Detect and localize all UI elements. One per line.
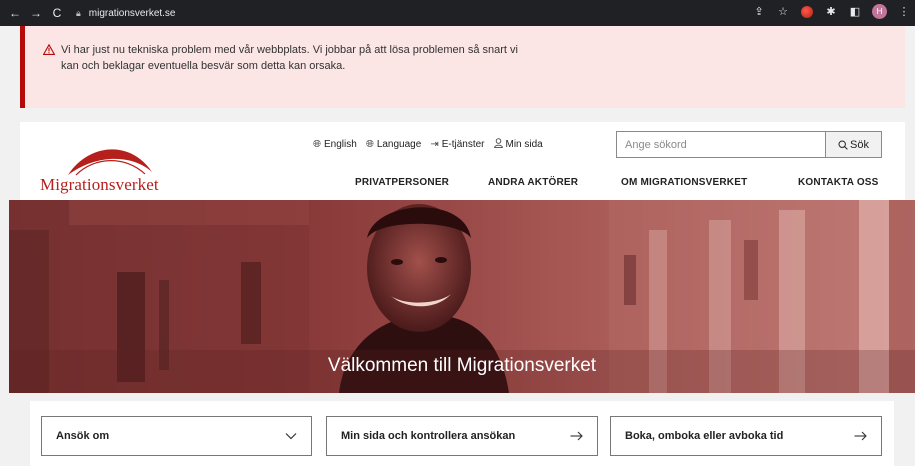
arrow-right-icon (854, 431, 867, 441)
back-icon[interactable]: ← (6, 4, 24, 22)
logo-text: Migrationsverket (40, 175, 159, 194)
my-page-link-label: Min sida (505, 139, 543, 150)
profile-avatar[interactable]: H (872, 4, 887, 19)
logo-arc-icon (68, 149, 152, 176)
nav-item-privatpersoner[interactable]: PRIVATPERSONER (355, 177, 488, 188)
nav-item-om-migrationsverket[interactable]: OM MIGRATIONSVERKET (621, 177, 798, 188)
browser-menu-icon[interactable]: ⋮ (897, 5, 911, 19)
search-input[interactable] (617, 132, 825, 157)
utility-links: 🌐︎ English 🌐︎ Language ⇥ E-tjänster Min … (313, 138, 543, 151)
login-icon: ⇥ (430, 139, 439, 150)
warning-icon (43, 44, 55, 55)
apply-for-dropdown[interactable]: Ansök om (41, 416, 312, 456)
side-panel-icon[interactable]: ◧ (848, 5, 862, 19)
my-page-check-application-link[interactable]: Min sida och kontrollera ansökan (326, 416, 598, 456)
my-page-link[interactable]: Min sida (493, 138, 543, 151)
forward-icon[interactable]: → (27, 4, 45, 22)
language-link[interactable]: 🌐︎ Language (366, 138, 422, 151)
logo[interactable]: Migrationsverket (40, 134, 170, 194)
reload-icon[interactable]: C (48, 4, 66, 22)
book-appointment-link[interactable]: Boka, omboka eller avboka tid (610, 416, 882, 456)
nav-item-andra-aktorer[interactable]: ANDRA AKTÖRER (488, 177, 621, 188)
nav-item-kontakta-oss[interactable]: KONTAKTA OSS (798, 177, 879, 188)
lock-icon: 🔒︎ (76, 7, 81, 18)
technical-problem-alert: Vi har just nu tekniska problem med vår … (20, 26, 905, 108)
share-icon[interactable]: ⇪ (752, 5, 766, 19)
arrow-right-icon (570, 431, 583, 441)
bookmark-star-icon[interactable]: ☆ (776, 5, 790, 19)
address-bar[interactable]: 🔒︎ migrationsverket.se (76, 3, 676, 23)
extension-red-icon[interactable] (800, 5, 814, 19)
my-page-check-label: Min sida och kontrollera ansökan (341, 430, 516, 442)
apply-for-label: Ansök om (56, 430, 110, 442)
english-link-label: English (324, 139, 357, 150)
url-text: migrationsverket.se (88, 7, 176, 19)
alert-message: Vi har just nu tekniska problem med vår … (61, 44, 518, 72)
site-header: Migrationsverket 🌐︎ English 🌐︎ Language … (20, 122, 905, 200)
quick-actions: Ansök om Min sida och kontrollera ansöka… (30, 401, 894, 466)
search-icon (838, 139, 848, 150)
search-button[interactable]: Sök (825, 132, 881, 157)
e-services-link-label: E-tjänster (441, 139, 485, 150)
main-nav: PRIVATPERSONER ANDRA AKTÖRER OM MIGRATIO… (355, 177, 879, 188)
search-button-label: Sök (850, 138, 869, 151)
extensions-puzzle-icon[interactable]: ✱ (824, 5, 838, 19)
book-appointment-label: Boka, omboka eller avboka tid (625, 430, 784, 442)
english-link[interactable]: 🌐︎ English (313, 138, 357, 151)
user-icon (493, 138, 503, 151)
globe-icon: 🌐︎ (365, 139, 374, 150)
e-services-link[interactable]: ⇥ E-tjänster (430, 138, 484, 151)
search-box: Sök (616, 131, 882, 158)
globe-icon: 🌐︎ (313, 139, 321, 150)
language-link-label: Language (376, 139, 422, 150)
chevron-down-icon (285, 433, 297, 440)
browser-toolbar: ← → C 🔒︎ migrationsverket.se ⇪ ☆ ✱ ◧ H ⋮ (0, 0, 915, 26)
hero-banner: Välkommen till Migrationsverket (9, 200, 915, 393)
hero-title: Välkommen till Migrationsverket (327, 355, 597, 376)
